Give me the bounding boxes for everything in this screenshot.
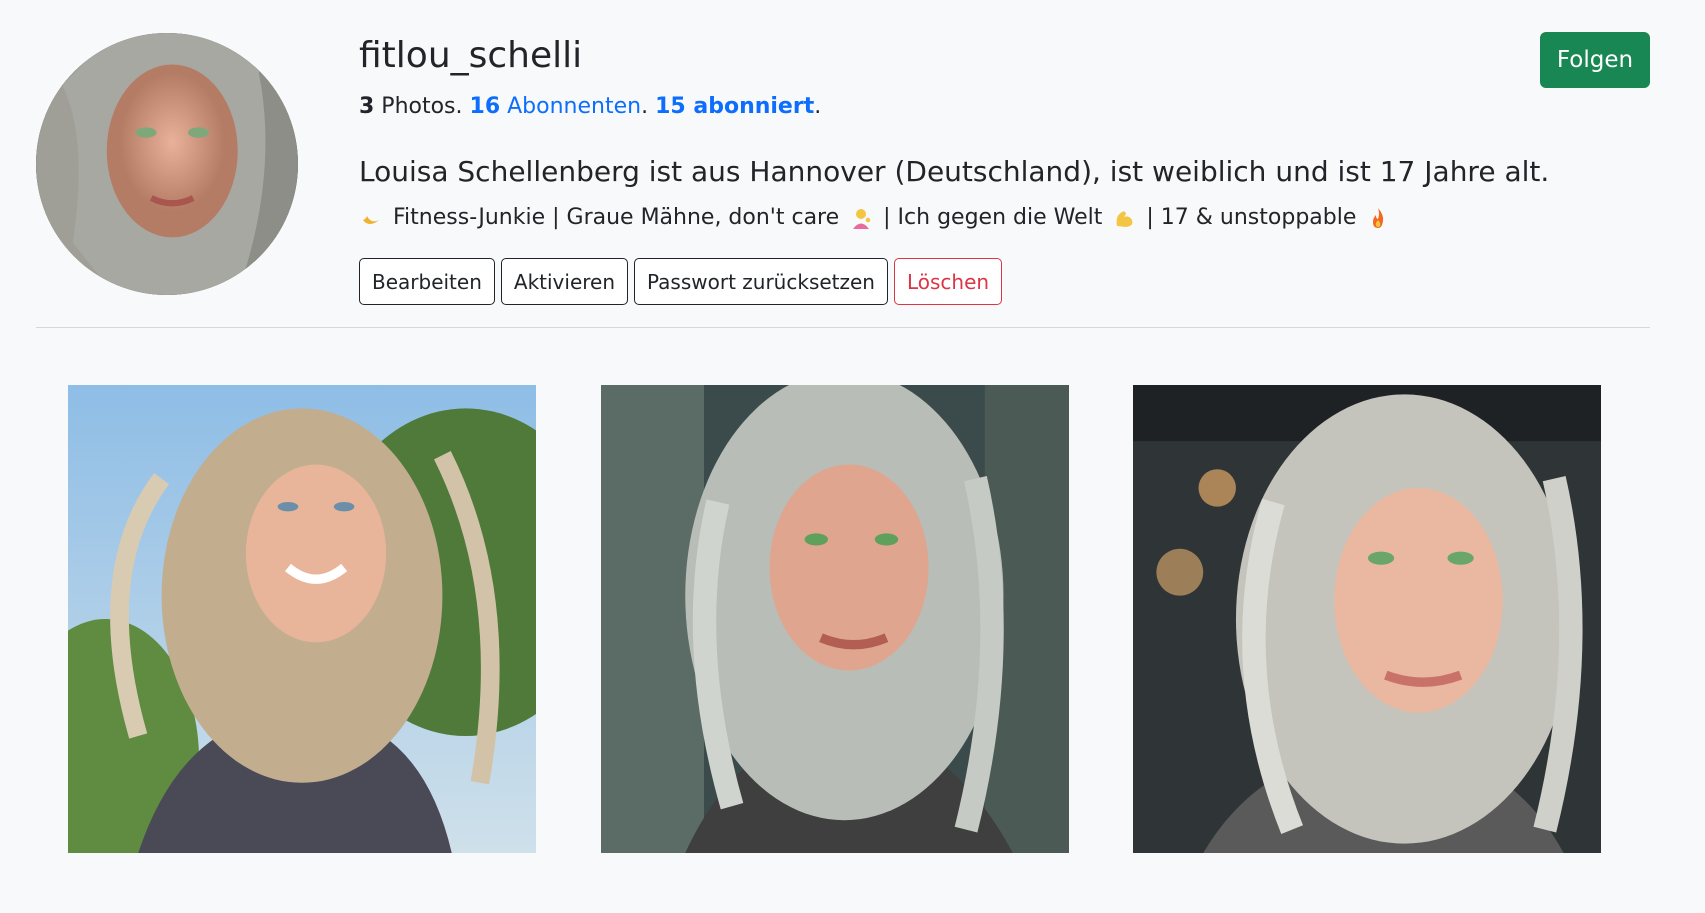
followers-count: 16 <box>469 94 501 119</box>
delete-button[interactable]: Löschen <box>893 258 1003 305</box>
following-link[interactable]: 15 abonniert <box>655 94 814 119</box>
admin-actions: Bearbeiten Aktivieren Passwort zurückset… <box>359 258 1003 305</box>
followers-link[interactable]: 16 Abonnenten <box>470 94 642 119</box>
edit-button[interactable]: Bearbeiten <box>359 258 495 305</box>
person-tipping-hand-icon <box>853 209 871 229</box>
tagline-part2: | Ich gegen die Welt <box>883 205 1103 230</box>
tagline-part1: Fitness-Junkie | Graue Mähne, don't care <box>393 205 840 230</box>
following-count: 15 <box>655 94 686 119</box>
profile-tagline: Fitness-Junkie | Graue Mähne, don't care… <box>359 201 1400 235</box>
section-divider <box>36 327 1650 328</box>
photos-label: Photos. <box>374 94 470 119</box>
photo-thumbnail[interactable] <box>1133 385 1601 853</box>
profile-stats: 3 Photos. 16 Abonnenten. 15 abonniert. <box>359 92 821 122</box>
followers-label: Abonnenten <box>500 94 642 119</box>
profile-bio: Louisa Schellenberg ist aus Hannover (De… <box>359 155 1550 188</box>
stats-end: . <box>814 94 822 119</box>
profile-username: fitlou_schelli <box>359 35 583 76</box>
stats-separator: . <box>641 94 656 119</box>
follow-button[interactable]: Folgen <box>1540 32 1650 88</box>
activate-button[interactable]: Aktivieren <box>500 258 629 305</box>
flexed-biceps-icon <box>1116 211 1133 227</box>
reset-password-button[interactable]: Passwort zurücksetzen <box>634 258 888 305</box>
photos-count: 3 <box>359 94 375 119</box>
photo-thumbnail[interactable] <box>601 385 1069 853</box>
crescent-moon-icon <box>363 216 379 224</box>
photo-thumbnail[interactable] <box>68 385 536 853</box>
following-label: abonniert <box>685 94 815 119</box>
profile-avatar <box>36 33 298 295</box>
fire-icon <box>1373 208 1384 228</box>
tagline-part3: | 17 & unstoppable <box>1146 205 1357 230</box>
